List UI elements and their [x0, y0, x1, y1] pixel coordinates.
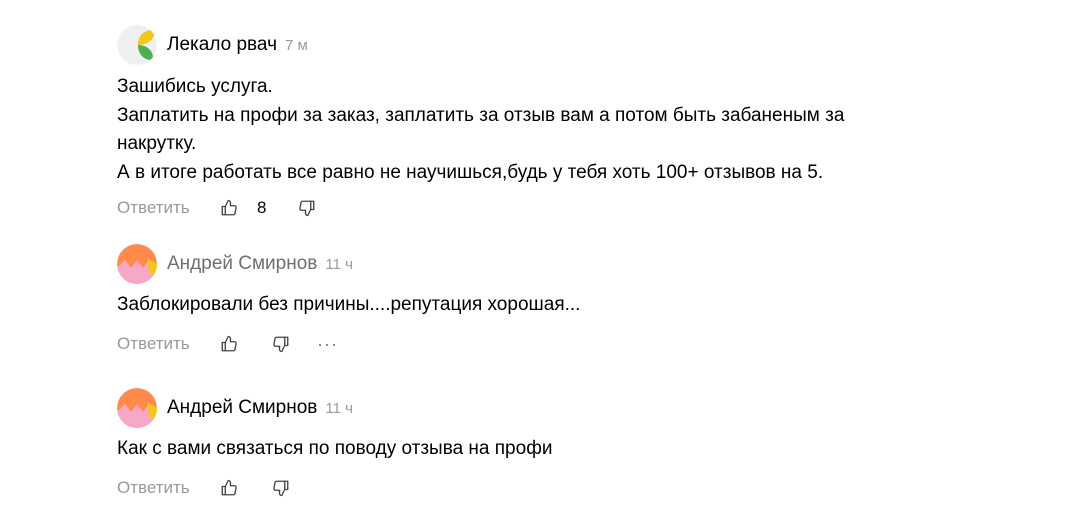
more-dots-icon[interactable]: ···	[317, 335, 338, 353]
comment-header: Андрей Смирнов 11 ч	[117, 243, 1057, 285]
comment-time: 11 ч	[325, 399, 353, 417]
author-name[interactable]: Лекало рвач	[167, 34, 277, 56]
comment: Андрей Смирнов 11 ч Как с вами связаться…	[117, 387, 1057, 500]
reply-button[interactable]: Ответить	[117, 334, 219, 354]
thumb-up-icon[interactable]	[219, 334, 239, 354]
comment-text-line: Зашибись услуга.	[117, 76, 273, 97]
thumb-down-icon[interactable]	[271, 478, 291, 498]
comment-time: 11 ч	[325, 255, 353, 273]
comment-text-line: Заблокировали без причины....репутация х…	[117, 294, 581, 315]
thumb-up-icon[interactable]	[219, 198, 239, 218]
comment-text: Как с вами связаться по поводу отзыва на…	[117, 435, 1057, 464]
reply-button[interactable]: Ответить	[117, 478, 219, 498]
comment-header: Лекало рвач 7 м	[117, 24, 1057, 66]
comment-actions: Ответить 8	[117, 196, 1057, 220]
avatar[interactable]	[117, 25, 157, 65]
thumb-down-icon[interactable]	[271, 334, 291, 354]
reply-button[interactable]: Ответить	[117, 198, 219, 218]
comment-text: Заблокировали без причины....репутация х…	[117, 291, 1057, 320]
comment: Лекало рвач 7 м Зашибись услуга. Заплати…	[117, 24, 1057, 220]
comment-actions: Ответить ···	[117, 332, 1057, 356]
comment-text-line: Заплатить на профи за заказ, заплатить з…	[117, 104, 845, 126]
comment-text: Зашибись услуга. Заплатить на профи за з…	[117, 73, 1057, 187]
comment-text-line: А в итоге работать все равно не научишьс…	[117, 161, 824, 183]
comment-header: Андрей Смирнов 11 ч	[117, 387, 1057, 429]
comment-text-line: Как с вами связаться по поводу отзыва на…	[117, 438, 553, 459]
comment-time: 7 м	[284, 36, 308, 54]
author-name[interactable]: Андрей Смирнов	[167, 253, 317, 275]
author-name[interactable]: Андрей Смирнов	[167, 397, 317, 419]
avatar[interactable]	[117, 244, 157, 284]
comment-text-line: накрутку.	[117, 133, 197, 154]
like-count: 8	[257, 198, 267, 217]
thumb-up-icon[interactable]	[219, 478, 239, 498]
comment: Андрей Смирнов 11 ч Заблокировали без пр…	[117, 243, 1057, 356]
thumb-down-icon[interactable]	[297, 198, 317, 218]
comment-feed: Лекало рвач 7 м Зашибись услуга. Заплати…	[0, 0, 1090, 516]
comment-actions: Ответить	[117, 476, 1057, 500]
avatar[interactable]	[117, 388, 157, 428]
